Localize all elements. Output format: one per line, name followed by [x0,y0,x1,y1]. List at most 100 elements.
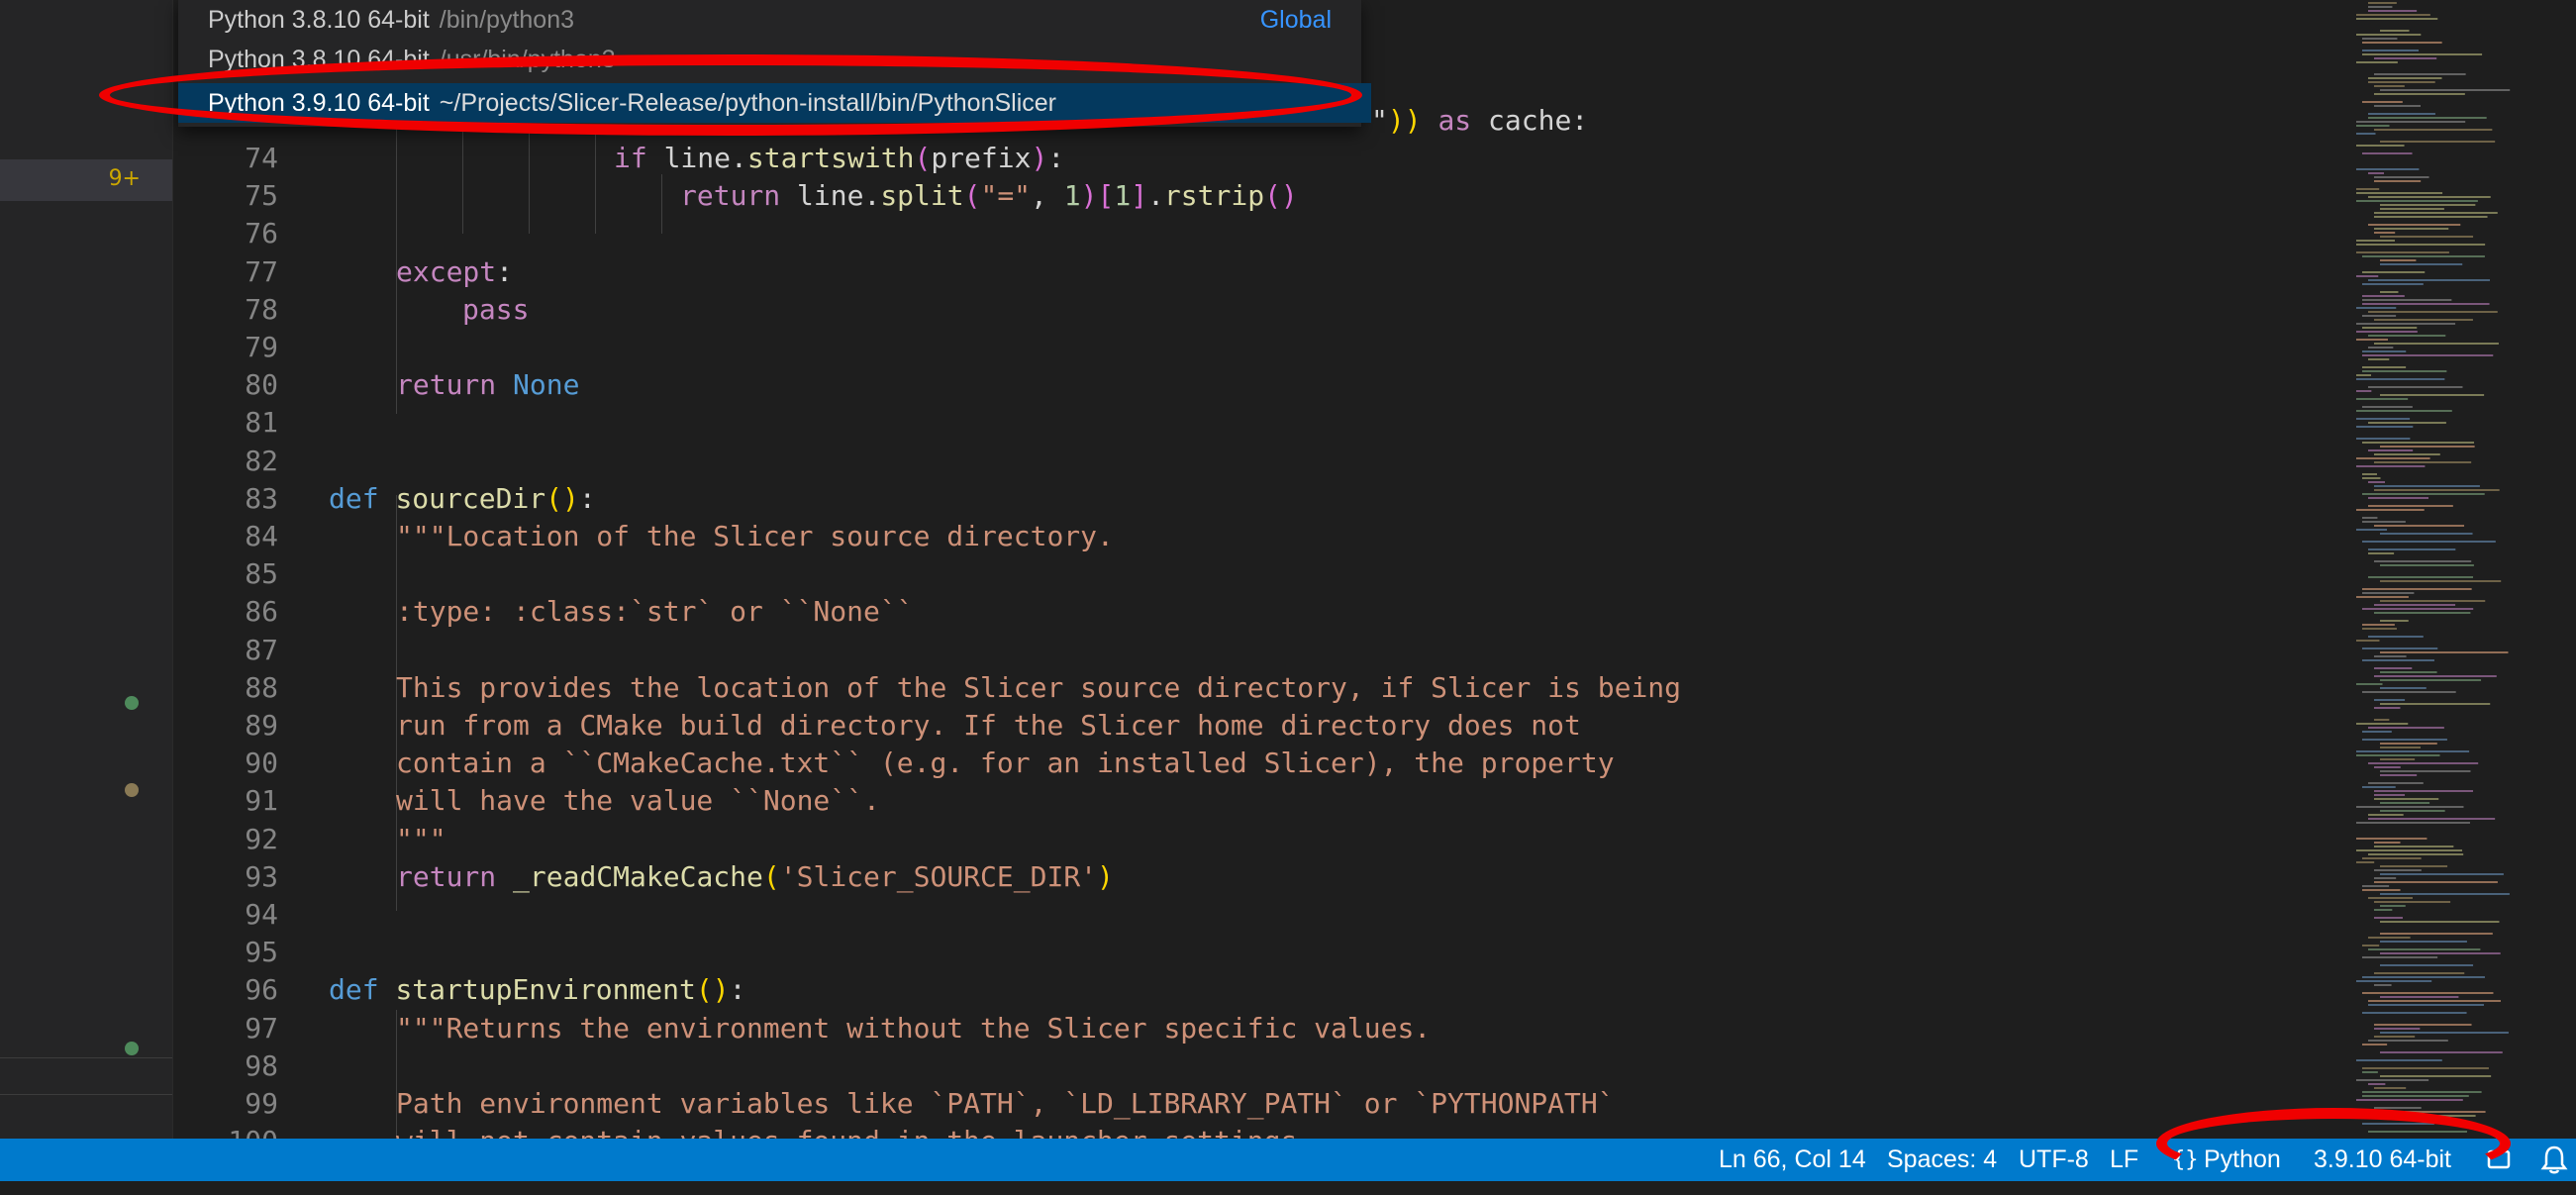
token: contain a ``CMakeCache.txt`` (e.g. for a… [396,747,1615,780]
token: will have the value ``None``. [396,784,880,818]
minimap-line [2362,442,2475,444]
code-line[interactable]: 76 [173,215,2322,252]
minimap-line [2362,493,2485,495]
code-line[interactable]: 86:type: :class:`str` or ``None`` [173,593,2322,631]
minimap-line [2356,596,2409,598]
minimap-line [2356,1099,2463,1101]
code-line[interactable]: 97 """Returns the environment without the… [173,1010,2322,1047]
minimap-line [2362,624,2395,626]
token: 1 [1114,179,1132,213]
minimap-line [2368,727,2444,729]
minimap-line [2368,818,2496,820]
minimap-line [2368,762,2479,764]
line-number: 75 [245,179,278,213]
minimap-line [2368,853,2464,855]
code-line[interactable]: 82 [173,443,2322,480]
minimap-line [2368,782,2424,784]
minimap-line [2380,1051,2503,1053]
line-source: """ [396,821,446,858]
minimap-line [2356,390,2372,392]
minimap-line [2374,842,2401,844]
minimap-line [2380,703,2491,705]
code-line[interactable]: 79 [173,329,2322,366]
code-line[interactable]: 96 def startupEnvironment(): [173,971,2322,1009]
minimap-line [2368,117,2487,119]
cursor-position[interactable]: Ln 66, Col 14 [1719,1139,1866,1181]
code-line[interactable]: 78 pass [173,291,2322,329]
line-source: return line.split("=", 1)[1].rstrip() [680,177,1298,215]
code-line[interactable]: 91 will have the value ``None``. [173,782,2322,820]
token: except [396,254,497,288]
status-dot [125,696,139,710]
minimap-line [2368,481,2386,483]
minimap-line [2374,176,2429,178]
code-line[interactable]: 84 """Location of the Slicer source direc… [173,518,2322,555]
line-source: :type: :class:`str` or ``None`` [396,593,914,631]
code-line[interactable]: 75 return line.split("=", 1)[1].rstrip() [173,177,2322,215]
interpreter-option[interactable]: Python 3.8.10 64-bit/bin/python3 Global [178,0,1371,40]
line-source: if line.startswith(prefix): [614,140,1064,177]
token: : [729,973,746,1007]
code-line[interactable]: 98 [173,1047,2322,1085]
bell-icon[interactable] [2539,1139,2569,1195]
minimap-line [2356,121,2466,123]
token: run from a CMake build directory. If the… [396,709,1581,742]
minimap-line [2374,1087,2407,1089]
minimap-line [2374,612,2471,614]
minimap-line [2356,331,2418,333]
line-number: 82 [245,444,278,477]
minimap-line [2356,18,2438,20]
minimap-line [2374,1024,2472,1026]
code-editor[interactable]: 74 if line.startswith(prefix): 75 return li… [173,0,2322,1139]
minimap-line [2356,251,2449,253]
minimap-line [2362,366,2407,368]
code-line[interactable]: 92 """ [173,821,2322,858]
minimap-line [2356,861,2375,863]
minimap-line [2356,192,2443,194]
minimap-line [2374,73,2466,75]
code-line[interactable]: 93 return _readCMakeCache('Slicer_SOURCE_… [173,858,2322,896]
minimap-line [2362,1091,2482,1093]
code-line[interactable]: 85 [173,555,2322,593]
minimap-line [2356,145,2405,147]
code-line[interactable]: 100 will not contain values found in the … [173,1123,2322,1139]
code-line[interactable]: 95 [173,934,2322,971]
code-line[interactable]: 99 Path environment variables like `PATH`… [173,1085,2322,1123]
minimap-line [2368,449,2414,451]
indentation[interactable]: Spaces: 4 [1887,1139,1997,1181]
minimap-line [2380,810,2445,812]
status-dot [125,783,139,797]
minimap-line [2380,259,2417,261]
minimap-line [2356,465,2426,467]
token: line. [646,142,747,174]
minimap-line [2356,838,2427,840]
token: None [513,368,580,402]
end-of-line[interactable]: LF [2110,1139,2138,1181]
line-source: def sourceDir(): [329,480,596,518]
code-line[interactable]: 81 [173,404,2322,442]
minimap[interactable] [2322,0,2576,1139]
token: 'Slicer_SOURCE_DIR' [779,859,1098,893]
token: _readCMakeCache [513,859,763,893]
sidebar-selected-row[interactable] [0,159,172,201]
line-number: 83 [245,481,278,515]
minimap-line [2380,933,2493,935]
code-line[interactable]: 80 return None [173,366,2322,404]
minimap-line [2362,885,2390,887]
encoding[interactable]: UTF-8 [2019,1139,2089,1181]
code-line[interactable]: 88 This provides the location of the Slic… [173,669,2322,707]
line-source: Path environment variables like `PATH`, … [396,1085,1615,1123]
code-line[interactable]: 90 contain a ``CMakeCache.txt`` (e.g. for… [173,745,2322,782]
minimap-line [2368,279,2491,281]
code-line[interactable]: 89 run from a CMake build directory. If t… [173,707,2322,745]
code-line[interactable]: 83 def sourceDir(): [173,480,2322,518]
line-number: 94 [245,898,278,931]
code-line[interactable]: 77 except: [173,253,2322,291]
line-number: 81 [245,406,278,440]
code-line[interactable]: 87 [173,632,2322,669]
token: : [578,481,596,515]
code-line[interactable]: 74 if line.startswith(prefix): [173,140,2322,177]
code-line[interactable]: 94 [173,896,2322,934]
